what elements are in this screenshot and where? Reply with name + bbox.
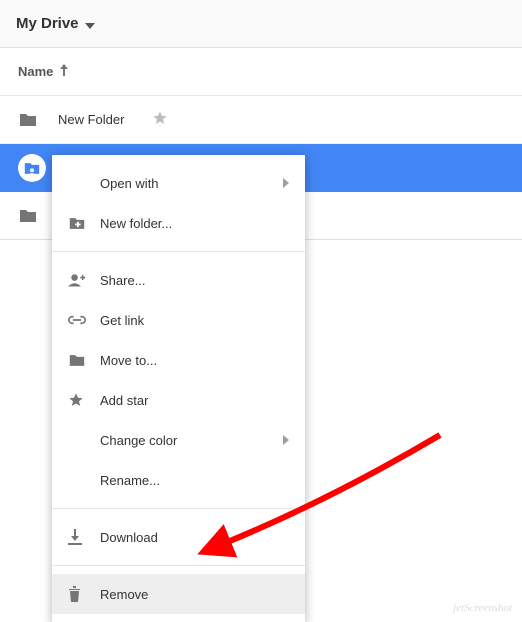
separator bbox=[52, 251, 305, 252]
context-menu: Open with New folder... Share... Get lin… bbox=[52, 155, 305, 622]
folder-icon bbox=[18, 110, 38, 130]
star-icon bbox=[68, 392, 100, 408]
link-icon bbox=[68, 315, 100, 325]
menu-remove[interactable]: Remove bbox=[52, 574, 305, 614]
chevron-right-icon bbox=[283, 433, 289, 448]
watermark: jetScreenshot bbox=[453, 602, 512, 614]
folder-icon bbox=[18, 206, 38, 226]
menu-move-to[interactable]: Move to... bbox=[52, 340, 305, 380]
menu-label: Share... bbox=[100, 273, 289, 288]
menu-add-star[interactable]: Add star bbox=[52, 380, 305, 420]
separator bbox=[52, 508, 305, 509]
menu-rename[interactable]: Rename... bbox=[52, 460, 305, 500]
folder-icon bbox=[68, 353, 100, 368]
shared-folder-icon bbox=[18, 154, 46, 182]
menu-share[interactable]: Share... bbox=[52, 260, 305, 300]
chevron-right-icon bbox=[283, 176, 289, 191]
separator bbox=[52, 565, 305, 566]
download-icon bbox=[68, 529, 100, 545]
menu-label: Move to... bbox=[100, 353, 289, 368]
person-add-icon bbox=[68, 273, 100, 287]
menu-label: Add star bbox=[100, 393, 289, 408]
menu-label: Change color bbox=[100, 433, 283, 448]
star-icon[interactable] bbox=[152, 110, 168, 129]
menu-label: New folder... bbox=[100, 216, 289, 231]
file-row[interactable]: New Folder bbox=[0, 96, 522, 144]
trash-icon bbox=[68, 586, 100, 602]
menu-new-folder[interactable]: New folder... bbox=[52, 203, 305, 243]
breadcrumb-bar: My Drive bbox=[0, 0, 522, 48]
menu-get-link[interactable]: Get link bbox=[52, 300, 305, 340]
menu-label: Download bbox=[100, 530, 289, 545]
drive-title[interactable]: My Drive bbox=[16, 15, 79, 32]
menu-download[interactable]: Download bbox=[52, 517, 305, 557]
arrow-up-icon[interactable] bbox=[59, 64, 69, 79]
menu-change-color[interactable]: Change color bbox=[52, 420, 305, 460]
new-folder-icon bbox=[68, 216, 100, 231]
menu-label: Get link bbox=[100, 313, 289, 328]
column-name[interactable]: Name bbox=[18, 64, 53, 79]
menu-open-with[interactable]: Open with bbox=[52, 163, 305, 203]
menu-label: Remove bbox=[100, 587, 289, 602]
menu-label: Open with bbox=[100, 176, 283, 191]
menu-label: Rename... bbox=[100, 473, 289, 488]
chevron-down-icon[interactable] bbox=[85, 17, 95, 32]
file-name: New Folder bbox=[58, 112, 124, 127]
column-header-row: Name bbox=[0, 48, 522, 96]
